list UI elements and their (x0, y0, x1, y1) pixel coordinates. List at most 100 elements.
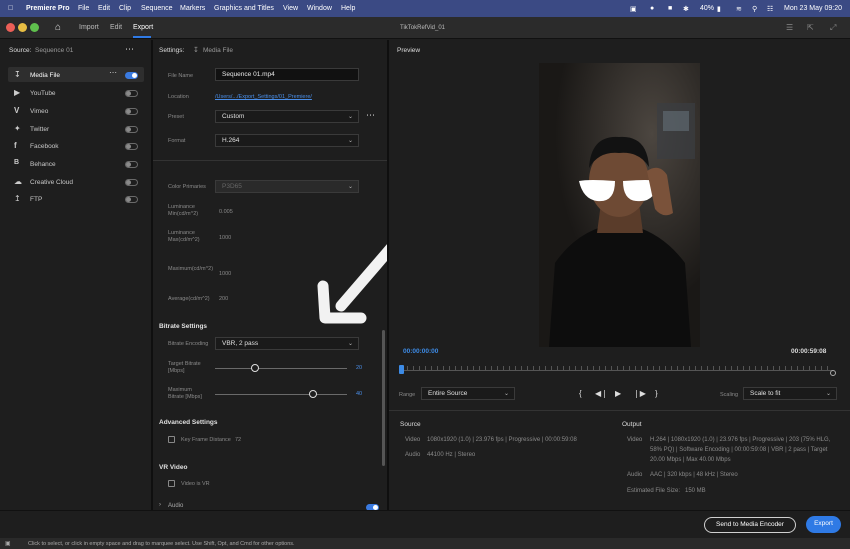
wifi-icon[interactable]: ≋ (736, 5, 742, 13)
luminance-min-value[interactable]: 0.005 (219, 209, 233, 215)
output-video-line2: 58% PQ) | Software Encoding | 00:00:59:0… (650, 447, 828, 453)
max-cll-value[interactable]: 1000 (219, 271, 231, 277)
timecode-start[interactable]: 00:00:00:00 (403, 348, 438, 355)
range-select[interactable]: Entire Source ⌄ (421, 387, 515, 400)
scaling-select[interactable]: Scale to fit ⌄ (743, 387, 837, 400)
output-info-title: Output (622, 421, 642, 428)
target-bitrate-slider[interactable] (215, 368, 347, 369)
youtube-icon: ▶ (14, 88, 21, 97)
source-video-value: 1080x1920 (1.0) | 23.976 fps | Progressi… (427, 437, 577, 443)
destination-media-file[interactable] (8, 67, 144, 82)
behance-toggle[interactable] (125, 161, 138, 168)
out-point-handle[interactable] (830, 370, 836, 376)
menu-clip[interactable]: Clip (119, 5, 131, 12)
tab-export[interactable]: Export (133, 24, 153, 31)
settings-panel: Settings: ↧ Media File File Name Sequenc… (153, 40, 387, 510)
destination-label: FTP (30, 196, 43, 203)
info-icon: ▣ (5, 541, 11, 547)
bitrate-settings-heading: Bitrate Settings (159, 323, 208, 330)
bitrate-encoding-select[interactable]: VBR, 2 pass ⌄ (215, 337, 359, 350)
max-bitrate-value[interactable]: 40 (356, 391, 362, 397)
preview-label: Preview (397, 47, 421, 54)
source-video-label: Video (405, 437, 421, 443)
settings-label: Settings: (159, 47, 185, 54)
more-icon[interactable]: ⋯ (125, 44, 134, 55)
control-center-icon[interactable]: ☷ (767, 5, 773, 13)
workspaces-icon[interactable]: ☰ (786, 23, 793, 32)
facebook-toggle[interactable] (125, 143, 138, 150)
key-frame-value[interactable]: 72 (235, 437, 241, 443)
luminance-max-value[interactable]: 1000 (219, 235, 231, 241)
apple-icon[interactable]:  (8, 5, 13, 12)
tab-import[interactable]: Import (79, 24, 99, 31)
send-to-media-encoder-button[interactable]: Send to Media Encoder (704, 517, 796, 533)
menu-sequence[interactable]: Sequence (141, 5, 173, 12)
video-is-vr-checkbox[interactable] (168, 480, 175, 487)
playhead[interactable] (399, 365, 404, 374)
quick-export-icon[interactable]: ⇱ (807, 23, 814, 32)
preset-more-icon[interactable]: ⋯ (366, 110, 375, 121)
menu-markers[interactable]: Markers (180, 5, 205, 12)
window-minimize-button[interactable] (18, 23, 27, 32)
battery-icon[interactable]: ▮ (717, 5, 721, 13)
mute-icon[interactable]: ■ (668, 5, 672, 12)
display-icon[interactable]: ▣ (630, 5, 637, 13)
source-label: Source: (9, 47, 32, 54)
mark-out-icon[interactable]: } (655, 389, 658, 398)
average-value[interactable]: 200 (219, 296, 228, 302)
settings-scrollbar[interactable] (382, 330, 385, 466)
timeline-ruler[interactable] (401, 364, 833, 374)
max-bitrate-knob[interactable] (308, 390, 317, 398)
menu-help[interactable]: Help (341, 5, 355, 12)
play-icon[interactable]: ▶ (615, 389, 621, 398)
ftp-toggle[interactable] (125, 196, 138, 203)
fullscreen-icon[interactable]: ⤢ (830, 23, 836, 33)
export-button-label: Export (814, 520, 833, 527)
location-link[interactable]: /Users/.../Export_Settings/01_Premiere/ (215, 94, 312, 100)
home-icon[interactable]: ⌂ (55, 22, 61, 33)
chevron-right-icon[interactable]: › (159, 502, 161, 508)
bluetooth-icon[interactable]: ✱ (683, 5, 689, 13)
menu-window[interactable]: Window (307, 5, 332, 12)
window-close-button[interactable] (6, 23, 15, 32)
target-bitrate-value[interactable]: 20 (356, 365, 362, 371)
mark-in-icon[interactable]: { (579, 389, 582, 398)
format-label: Format (168, 138, 186, 144)
window-zoom-button[interactable] (30, 23, 39, 32)
key-frame-checkbox[interactable] (168, 436, 175, 443)
scaling-value: Scale to fit (750, 390, 781, 397)
divider (389, 410, 850, 411)
vimeo-toggle[interactable] (125, 108, 138, 115)
menu-graphics[interactable]: Graphics and Titles (214, 5, 274, 12)
preset-select[interactable]: Custom ⌄ (215, 110, 359, 123)
lock-icon[interactable]: ● (650, 5, 654, 12)
target-bitrate-knob[interactable] (250, 364, 259, 372)
audio-section-heading[interactable]: Audio (168, 503, 183, 509)
media-file-more-icon[interactable]: ⋯ (109, 68, 117, 77)
menu-view[interactable]: View (283, 5, 298, 12)
color-primaries-select[interactable]: P3D65 ⌄ (215, 180, 359, 193)
video-frame[interactable] (539, 63, 700, 347)
menu-file[interactable]: File (78, 5, 89, 12)
luminance-min-label: Luminance Min(cd/m^2) (168, 204, 199, 217)
creative-cloud-toggle[interactable] (125, 179, 138, 186)
max-bitrate-slider[interactable] (215, 394, 347, 395)
menu-app-name[interactable]: Premiere Pro (26, 5, 70, 12)
search-icon[interactable]: ⚲ (752, 5, 757, 13)
twitter-toggle[interactable] (125, 126, 138, 133)
youtube-toggle[interactable] (125, 90, 138, 97)
step-back-icon[interactable]: ◀❘ (595, 389, 608, 398)
average-label: Average(cd/m^2) (168, 296, 210, 302)
format-select[interactable]: H.264 ⌄ (215, 134, 359, 147)
file-name-input[interactable]: Sequence 01.mp4 (215, 68, 359, 81)
export-button[interactable]: Export (806, 516, 841, 533)
source-sequence[interactable]: Sequence 01 (35, 47, 73, 54)
step-forward-icon[interactable]: ❘▶ (633, 389, 646, 398)
menu-edit[interactable]: Edit (98, 5, 110, 12)
destination-label: Behance (30, 161, 56, 168)
media-file-toggle[interactable] (125, 72, 138, 79)
destination-label: Twitter (30, 126, 50, 133)
destination-label: Media File (30, 72, 60, 79)
tab-edit[interactable]: Edit (110, 24, 122, 31)
vr-video-heading: VR Video (159, 464, 188, 471)
